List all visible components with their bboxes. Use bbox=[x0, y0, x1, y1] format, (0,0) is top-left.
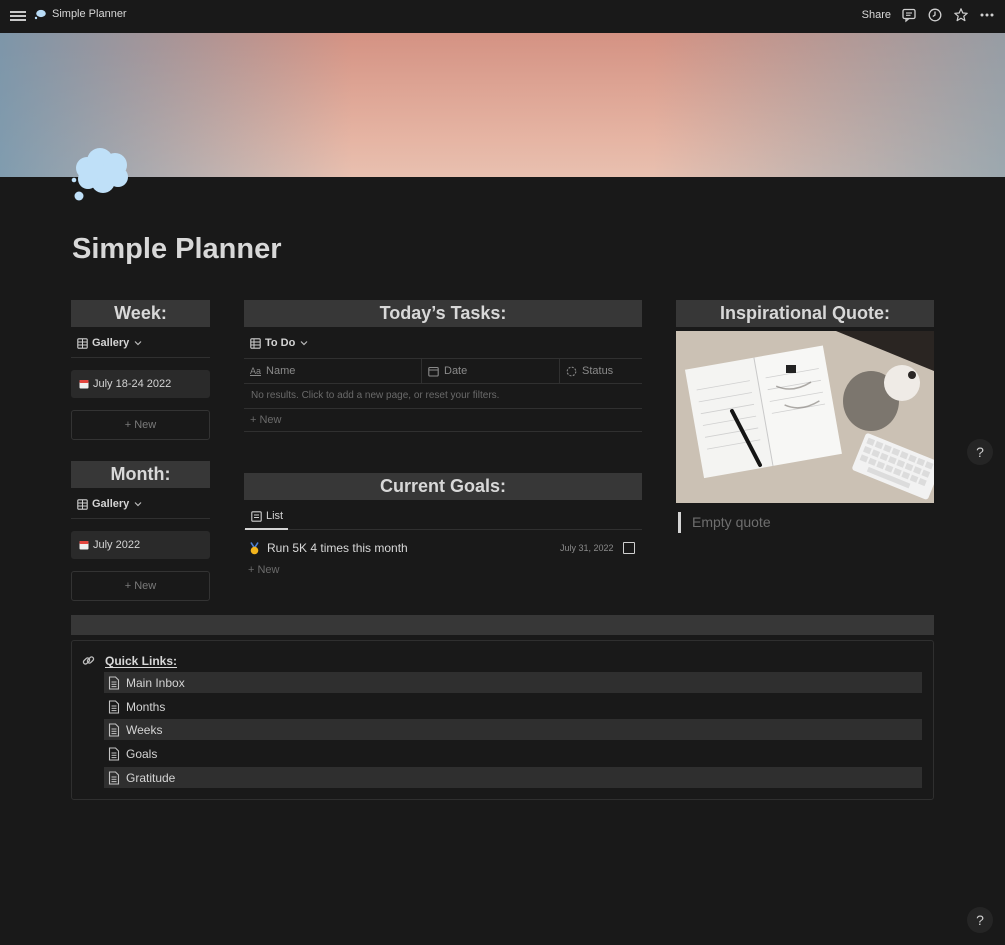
status-icon bbox=[566, 366, 577, 376]
column-header-label: Status bbox=[582, 365, 614, 377]
quick-links-title[interactable]: Quick Links: bbox=[105, 654, 177, 668]
column-divider bbox=[559, 359, 560, 383]
link-icon bbox=[82, 656, 95, 665]
quick-link-label: Main Inbox bbox=[126, 675, 185, 690]
divider bbox=[71, 518, 210, 519]
new-label: New bbox=[257, 564, 280, 576]
quote-block[interactable]: Empty quote bbox=[678, 512, 898, 533]
tasks-todo-view-tab[interactable]: To Do bbox=[250, 337, 309, 349]
cover-image[interactable] bbox=[0, 33, 1005, 177]
goals-view-label: List bbox=[266, 510, 284, 522]
week-header: Week: bbox=[71, 300, 210, 327]
planner-photo[interactable] bbox=[676, 331, 934, 503]
quick-link-gratitude[interactable]: Gratitude bbox=[104, 767, 922, 788]
goal-checkbox[interactable] bbox=[623, 542, 635, 554]
calendar-outline-icon bbox=[428, 366, 439, 377]
goals-list-view-tab[interactable]: List bbox=[251, 510, 283, 522]
divider bbox=[71, 357, 210, 358]
empty-table-message[interactable]: No results. Click to add a new page, or … bbox=[251, 390, 499, 401]
goals-new-button[interactable]: + New bbox=[248, 564, 280, 576]
page-icon bbox=[108, 722, 120, 737]
quick-link-label: Months bbox=[126, 699, 166, 714]
chevron-down-icon bbox=[134, 341, 142, 346]
quick-link-main-inbox[interactable]: Main Inbox bbox=[104, 672, 922, 693]
page-title[interactable]: Simple Planner bbox=[72, 233, 282, 266]
help-button-bottom[interactable]: ? bbox=[967, 907, 993, 933]
table-icon bbox=[250, 337, 261, 349]
medal-icon bbox=[250, 541, 259, 554]
week-gallery-view-tab[interactable]: Gallery bbox=[77, 337, 143, 349]
help-button[interactable]: ? bbox=[967, 439, 993, 465]
month-new-button[interactable]: + New bbox=[71, 571, 210, 601]
quick-link-label: Goals bbox=[126, 746, 158, 761]
star-icon[interactable] bbox=[953, 7, 969, 23]
clock-icon[interactable] bbox=[927, 7, 943, 23]
gallery-icon bbox=[77, 337, 88, 349]
tasks-header: Today’s Tasks: bbox=[244, 300, 642, 327]
divider bbox=[244, 529, 642, 530]
quick-link-weeks[interactable]: Weeks bbox=[104, 719, 922, 740]
more-icon[interactable] bbox=[979, 7, 995, 23]
thought-bubble-icon[interactable] bbox=[70, 145, 132, 205]
goals-header: Current Goals: bbox=[244, 473, 642, 500]
gallery-card-month[interactable]: July 2022 bbox=[71, 531, 210, 559]
column-divider bbox=[421, 359, 422, 383]
thought-bubble-icon bbox=[34, 9, 46, 19]
month-header: Month: bbox=[71, 461, 210, 488]
new-label: New bbox=[259, 414, 282, 426]
section-divider-bar bbox=[71, 615, 934, 635]
gallery-icon bbox=[77, 498, 88, 510]
table-header-top-border bbox=[244, 358, 642, 359]
quick-link-label: Weeks bbox=[126, 722, 163, 737]
calendar-icon bbox=[79, 380, 89, 389]
column-header-status[interactable]: Status bbox=[566, 365, 613, 377]
page-icon bbox=[108, 770, 120, 785]
week-view-label: Gallery bbox=[92, 337, 130, 349]
menu-icon[interactable] bbox=[10, 9, 26, 23]
list-icon bbox=[251, 510, 262, 522]
column-header-label: Date bbox=[444, 365, 468, 377]
top-bar: Simple Planner Share bbox=[0, 0, 1005, 33]
goal-date: July 31, 2022 bbox=[560, 543, 614, 553]
column-header-label: Name bbox=[266, 365, 296, 377]
month-view-label: Gallery bbox=[92, 498, 130, 510]
tasks-new-button[interactable]: + New bbox=[250, 414, 282, 426]
column-header-date[interactable]: Date bbox=[428, 365, 467, 377]
tasks-view-label: To Do bbox=[265, 337, 296, 349]
quick-link-label: Gratitude bbox=[126, 770, 176, 785]
new-label: New bbox=[134, 419, 157, 431]
share-button[interactable]: Share bbox=[862, 9, 891, 21]
gallery-card-label: July 2022 bbox=[93, 539, 141, 551]
divider bbox=[244, 408, 642, 409]
goal-label: Run 5K 4 times this month bbox=[267, 541, 408, 555]
active-tab-indicator bbox=[245, 528, 288, 530]
gallery-card-week[interactable]: July 18-24 2022 bbox=[71, 370, 210, 398]
page-icon bbox=[108, 675, 120, 690]
chevron-down-icon bbox=[300, 341, 308, 346]
text-property-icon: Aa bbox=[250, 366, 262, 376]
table-header-bottom-border bbox=[244, 383, 642, 384]
page-icon bbox=[108, 699, 120, 714]
new-label: New bbox=[134, 580, 157, 592]
week-new-button[interactable]: + New bbox=[71, 410, 210, 440]
month-gallery-view-tab[interactable]: Gallery bbox=[77, 498, 143, 510]
comment-icon[interactable] bbox=[901, 7, 917, 23]
page-icon bbox=[108, 746, 120, 761]
gallery-card-label: July 18-24 2022 bbox=[93, 378, 172, 390]
breadcrumb[interactable]: Simple Planner bbox=[34, 8, 127, 20]
quick-link-months[interactable]: Months bbox=[104, 696, 922, 717]
divider bbox=[244, 431, 642, 432]
column-header-name[interactable]: Aa Name bbox=[250, 365, 295, 377]
planner-desk-image bbox=[676, 331, 934, 503]
calendar-icon bbox=[79, 541, 89, 550]
quick-link-goals[interactable]: Goals bbox=[104, 743, 922, 764]
quote-header: Inspirational Quote: bbox=[676, 300, 934, 327]
chevron-down-icon bbox=[134, 502, 142, 507]
breadcrumb-label: Simple Planner bbox=[52, 8, 127, 20]
